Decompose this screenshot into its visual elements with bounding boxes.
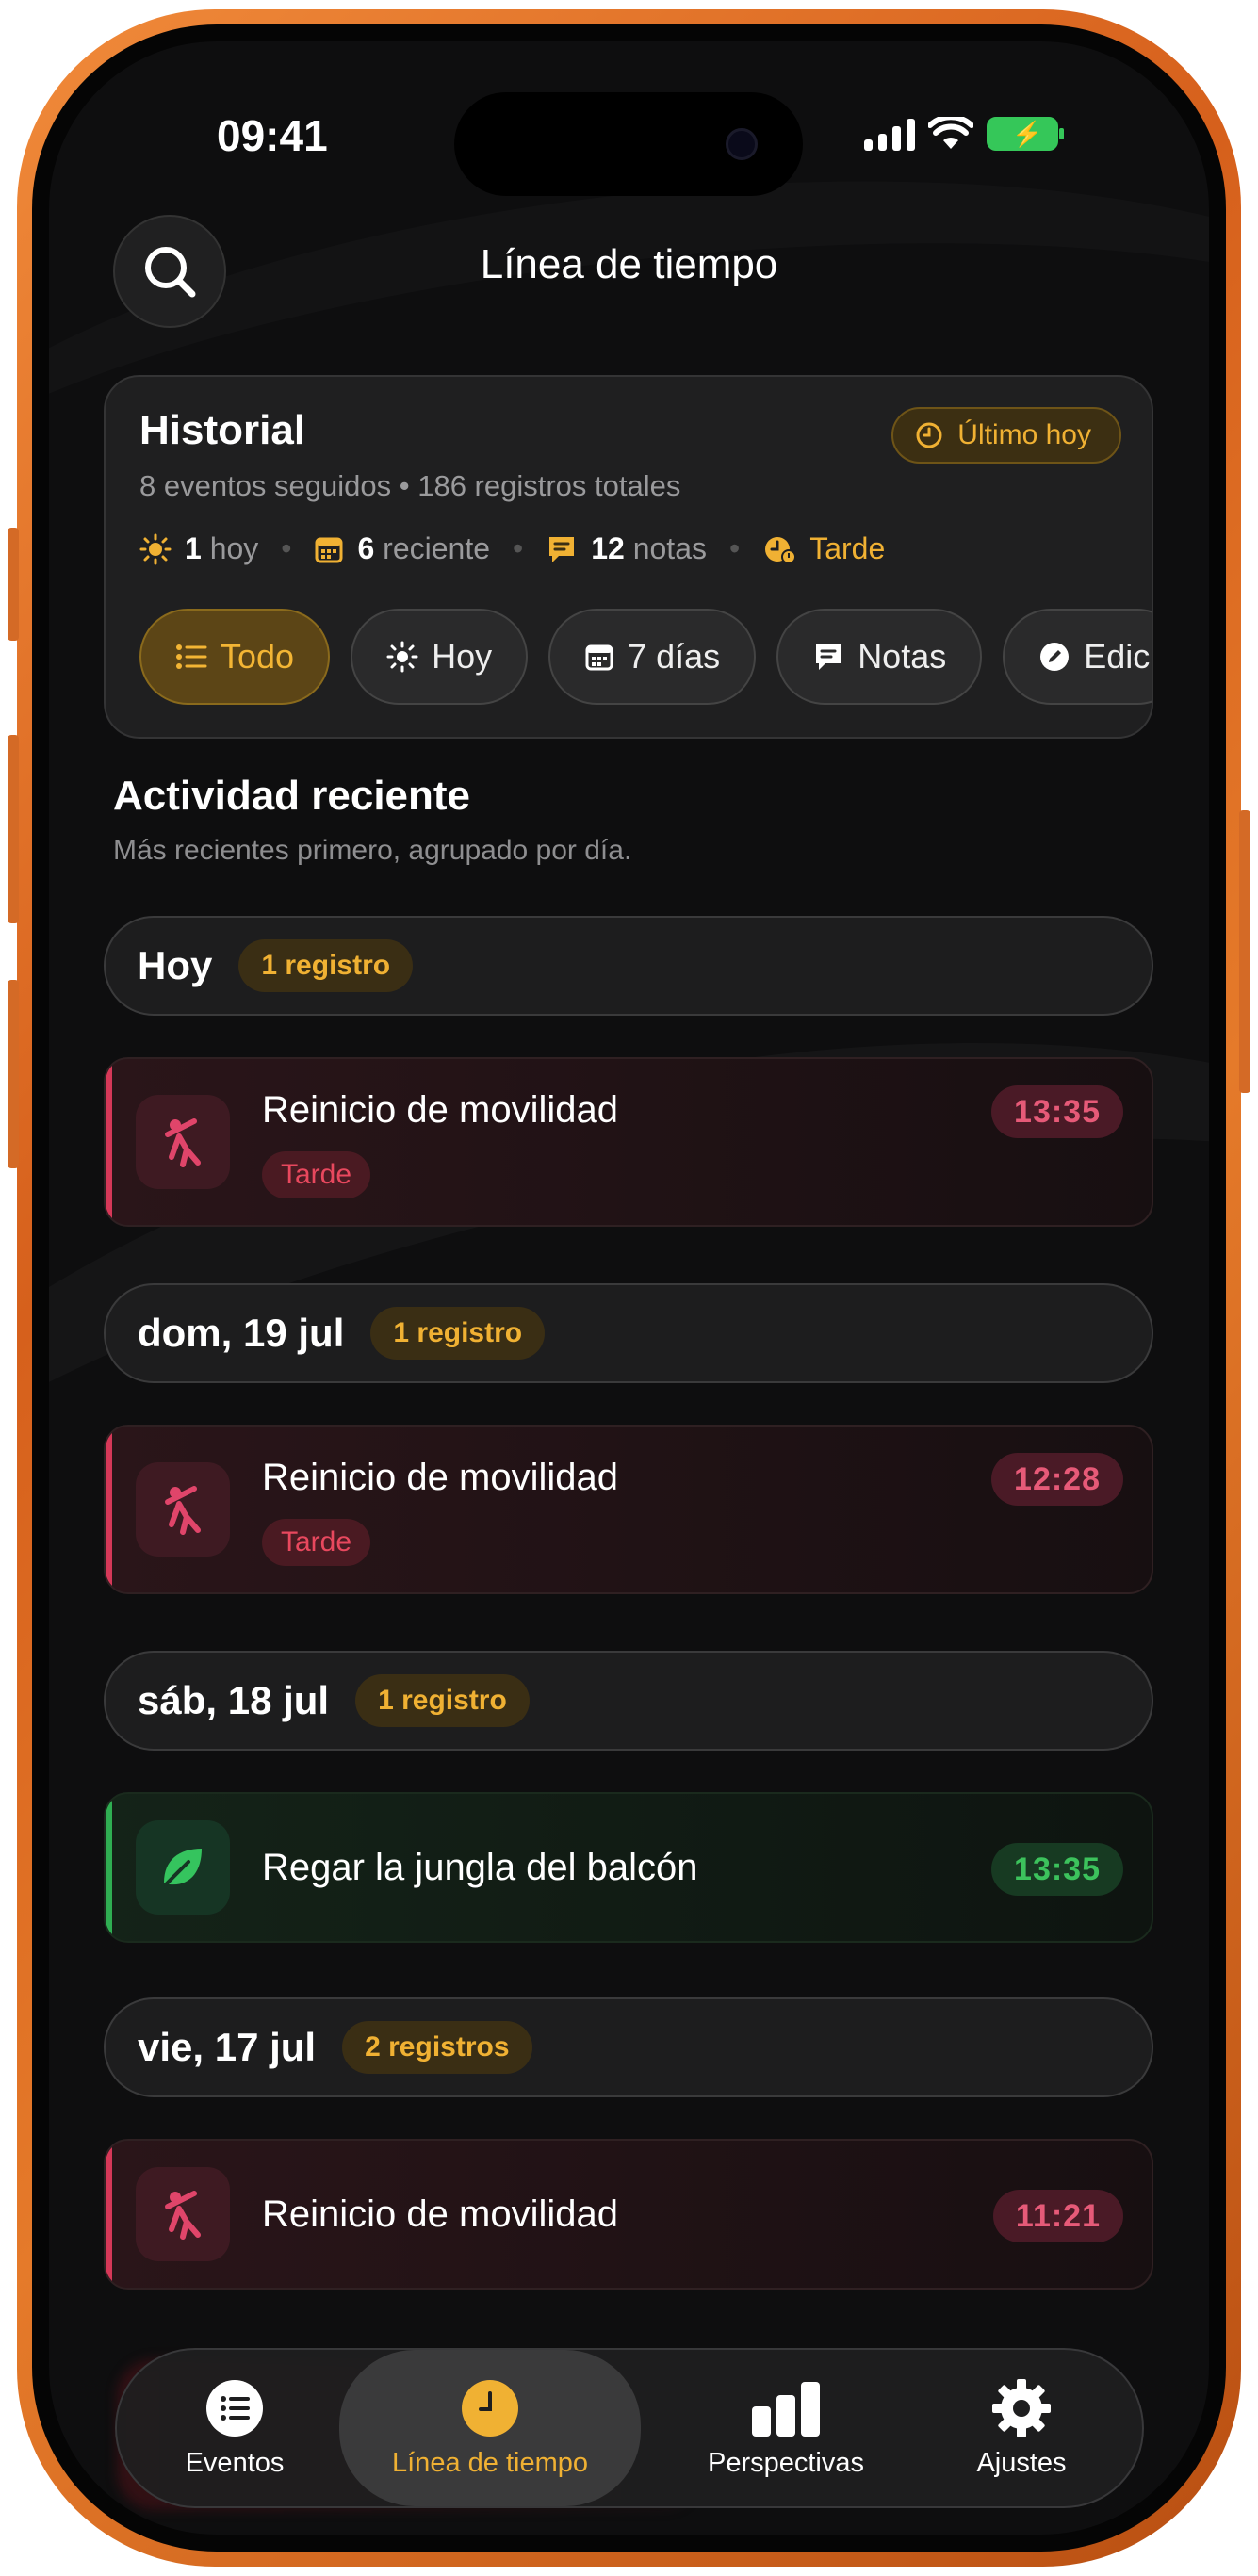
tab-events[interactable]: Eventos (145, 2350, 324, 2506)
separator-dot: • (513, 531, 524, 565)
battery-charging-icon: ⚡ (987, 117, 1064, 151)
bar-chart-icon (752, 2381, 820, 2437)
chat-icon (549, 536, 575, 562)
chat-icon (816, 644, 841, 670)
calendar-icon (315, 537, 343, 562)
tab-label: Eventos (185, 2447, 285, 2478)
day-count-badge: 1 registro (238, 939, 414, 992)
filter-chip-label: Hoy (432, 637, 493, 676)
day-label: sáb, 18 jul (138, 1678, 330, 1722)
filter-chip-label: Notas (858, 637, 947, 676)
filter-chip-label: Edic (1084, 637, 1151, 676)
page-title: Línea de tiempo (480, 241, 778, 287)
volume-down-button (8, 980, 19, 1168)
entry-color-bar (106, 1427, 112, 1592)
entry-time: 13:35 (991, 1843, 1123, 1896)
list-icon (206, 2379, 263, 2437)
stat-today-value: 1 (185, 531, 202, 565)
day-label: Hoy (138, 943, 213, 987)
day-header[interactable]: Hoy 1 registro (104, 916, 1153, 1016)
status-icons: ⚡ (864, 117, 1064, 151)
dynamic-island (454, 92, 803, 196)
timeline-entry[interactable]: Reinicio de movilidad 11:21 (104, 2139, 1153, 2290)
leaf-icon (136, 1820, 230, 1915)
status-time: 09:41 (217, 111, 328, 160)
filter-chip-label: Todo (221, 637, 295, 676)
separator-dot: • (281, 531, 292, 565)
stat-today-label: hoy (209, 531, 259, 565)
filter-chip-label: 7 días (628, 637, 721, 676)
card-title: Historial (139, 407, 306, 453)
day-header[interactable]: sáb, 18 jul 1 registro (104, 1651, 1153, 1751)
stat-late-label: Tarde (809, 531, 886, 565)
stat-notes-label: notas (632, 531, 707, 565)
last-event-label: Último hoy (957, 419, 1091, 450)
filter-chip-all[interactable]: Todo (139, 609, 331, 705)
day-header[interactable]: dom, 19 jul 1 registro (104, 1283, 1153, 1383)
stats-row: 1 hoy • 6 reciente • 12 notas • Tarde (139, 531, 885, 566)
entry-name: Reinicio de movilidad (262, 1457, 618, 1498)
entry-tag: Tarde (262, 1519, 371, 1566)
tab-label: Perspectivas (707, 2447, 864, 2478)
filter-chip-today[interactable]: Hoy (351, 609, 529, 705)
cellular-signal-icon (864, 117, 915, 151)
tab-bar: Eventos Línea de tiempo Perspectivas Aju… (115, 2348, 1144, 2508)
screen: 09:41 ⚡ Línea de tiempo Historial 8 even… (49, 41, 1209, 2535)
stretch-figure-icon (136, 1462, 230, 1557)
day-label: dom, 19 jul (138, 1311, 345, 1355)
last-event-badge[interactable]: Último hoy (891, 407, 1121, 464)
power-button (1239, 810, 1250, 1093)
pencil-icon (1040, 643, 1070, 671)
stat-recent-value: 6 (357, 531, 375, 565)
day-header[interactable]: vie, 17 jul 2 registros (104, 1997, 1153, 2097)
separator-dot: • (728, 531, 741, 565)
tab-label: Línea de tiempo (392, 2447, 588, 2478)
timeline-entry[interactable]: Regar la jungla del balcón 13:35 (104, 1792, 1153, 1943)
tab-insights[interactable]: Perspectivas (663, 2350, 908, 2506)
stretch-figure-icon (136, 1095, 230, 1189)
tab-label: Ajustes (976, 2447, 1067, 2478)
filter-chips: Todo Hoy 7 días Notas Edic (139, 609, 1152, 705)
entry-color-bar (106, 2141, 112, 2288)
day-count-badge: 1 registro (370, 1307, 546, 1360)
action-button (8, 528, 19, 641)
entry-name: Reinicio de movilidad (262, 2193, 618, 2235)
sun-icon (386, 641, 418, 673)
entry-time: 11:21 (992, 2190, 1123, 2242)
tab-timeline[interactable]: Línea de tiempo (339, 2350, 641, 2506)
entry-time: 12:28 (991, 1453, 1123, 1506)
wifi-icon (928, 117, 973, 149)
day-label: vie, 17 jul (138, 2025, 317, 2069)
entry-tag: Tarde (262, 1151, 371, 1198)
clock-alert-icon (765, 536, 797, 564)
filter-chip-7days[interactable]: 7 días (548, 609, 757, 705)
entry-name: Regar la jungla del balcón (262, 1847, 698, 1888)
calendar-icon (585, 644, 613, 671)
filter-chip-edited[interactable]: Edic (1003, 609, 1152, 705)
entry-color-bar (106, 1059, 112, 1225)
list-icon (176, 644, 207, 669)
history-card: Historial 8 eventos seguidos • 186 regis… (104, 375, 1153, 739)
clock-icon (462, 2379, 518, 2437)
section-subtitle: Más recientes primero, agrupado por día. (113, 835, 632, 866)
tab-settings[interactable]: Ajustes (927, 2350, 1116, 2506)
timeline-entry[interactable]: Reinicio de movilidad Tarde 13:35 (104, 1057, 1153, 1227)
section-title: Actividad reciente (113, 773, 471, 819)
volume-up-button (8, 735, 19, 923)
day-count-badge: 1 registro (355, 1674, 530, 1727)
entry-time: 13:35 (991, 1085, 1123, 1138)
entry-name: Reinicio de movilidad (262, 1089, 618, 1131)
stat-notes-value: 12 (591, 531, 625, 565)
stretch-figure-icon (136, 2167, 230, 2261)
clock-icon (916, 422, 942, 448)
card-subtitle: 8 eventos seguidos • 186 registros total… (139, 469, 681, 502)
stat-recent-label: reciente (383, 531, 491, 565)
camera-icon (726, 128, 758, 160)
entry-color-bar (106, 1794, 112, 1941)
day-count-badge: 2 registros (342, 2021, 532, 2074)
sun-icon (139, 533, 172, 564)
gear-icon (992, 2378, 1051, 2437)
filter-chip-notes[interactable]: Notas (776, 609, 983, 705)
timeline-entry[interactable]: Reinicio de movilidad Tarde 12:28 (104, 1425, 1153, 1594)
